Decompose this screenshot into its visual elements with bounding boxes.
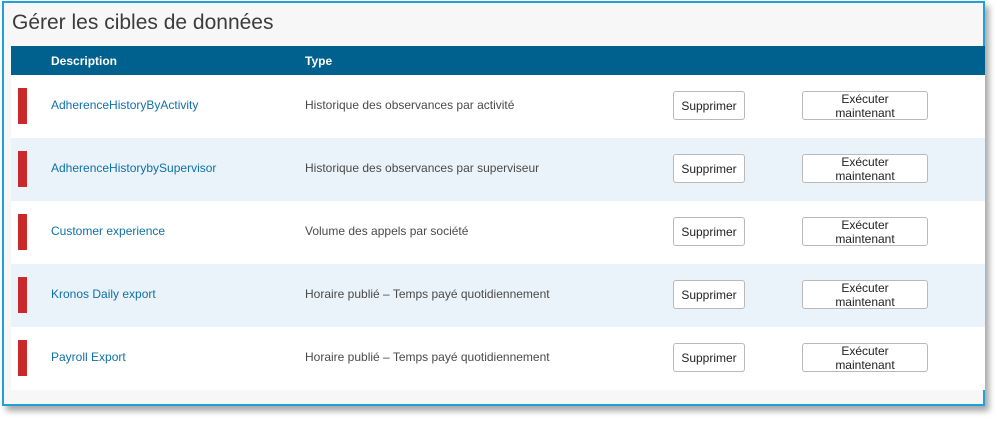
data-target-type: Horaire publié – Temps payé quotidiennem… [305, 287, 550, 301]
delete-button[interactable]: Supprimer [673, 280, 745, 309]
table-header: Description Type [11, 46, 985, 75]
status-flag-indicator [18, 88, 27, 124]
data-target-type: Horaire publié – Temps payé quotidiennem… [305, 350, 550, 364]
delete-button[interactable]: Supprimer [673, 217, 745, 246]
delete-button[interactable]: Supprimer [673, 91, 745, 120]
table-row: AdherenceHistoryByActivity Historique de… [11, 75, 985, 138]
data-target-type: Historique des observances par supervise… [305, 161, 540, 175]
table-row: Kronos Daily export Horaire publié – Tem… [11, 264, 985, 327]
column-header-type: Type [305, 54, 333, 68]
column-header-description: Description [51, 54, 118, 68]
data-target-link[interactable]: Customer experience [51, 224, 165, 238]
run-now-button[interactable]: Exécuter maintenant [802, 154, 928, 183]
status-flag-indicator [18, 340, 27, 376]
run-now-button[interactable]: Exécuter maintenant [802, 280, 928, 309]
run-now-button[interactable]: Exécuter maintenant [802, 217, 928, 246]
data-target-type: Historique des observances par activité [305, 98, 515, 112]
data-target-link[interactable]: Payroll Export [51, 350, 126, 364]
data-target-link[interactable]: Kronos Daily export [51, 287, 156, 301]
run-now-button[interactable]: Exécuter maintenant [802, 343, 928, 372]
delete-button[interactable]: Supprimer [673, 343, 745, 372]
status-flag-indicator [18, 214, 27, 250]
data-targets-panel: Gérer les cibles de données Description … [2, 1, 985, 406]
data-targets-table: Description Type AdherenceHistoryByActiv… [11, 46, 985, 390]
status-flag-indicator [18, 277, 27, 313]
data-target-link[interactable]: AdherenceHistorybySupervisor [51, 161, 216, 175]
data-target-type: Volume des appels par société [305, 224, 469, 238]
data-target-link[interactable]: AdherenceHistoryByActivity [51, 98, 198, 112]
status-flag-indicator [18, 151, 27, 187]
page-title: Gérer les cibles de données [12, 11, 274, 34]
table-row: Customer experience Volume des appels pa… [11, 201, 985, 264]
run-now-button[interactable]: Exécuter maintenant [802, 91, 928, 120]
delete-button[interactable]: Supprimer [673, 154, 745, 183]
table-row: AdherenceHistorybySupervisor Historique … [11, 138, 985, 201]
table-row: Payroll Export Horaire publié – Temps pa… [11, 327, 985, 390]
